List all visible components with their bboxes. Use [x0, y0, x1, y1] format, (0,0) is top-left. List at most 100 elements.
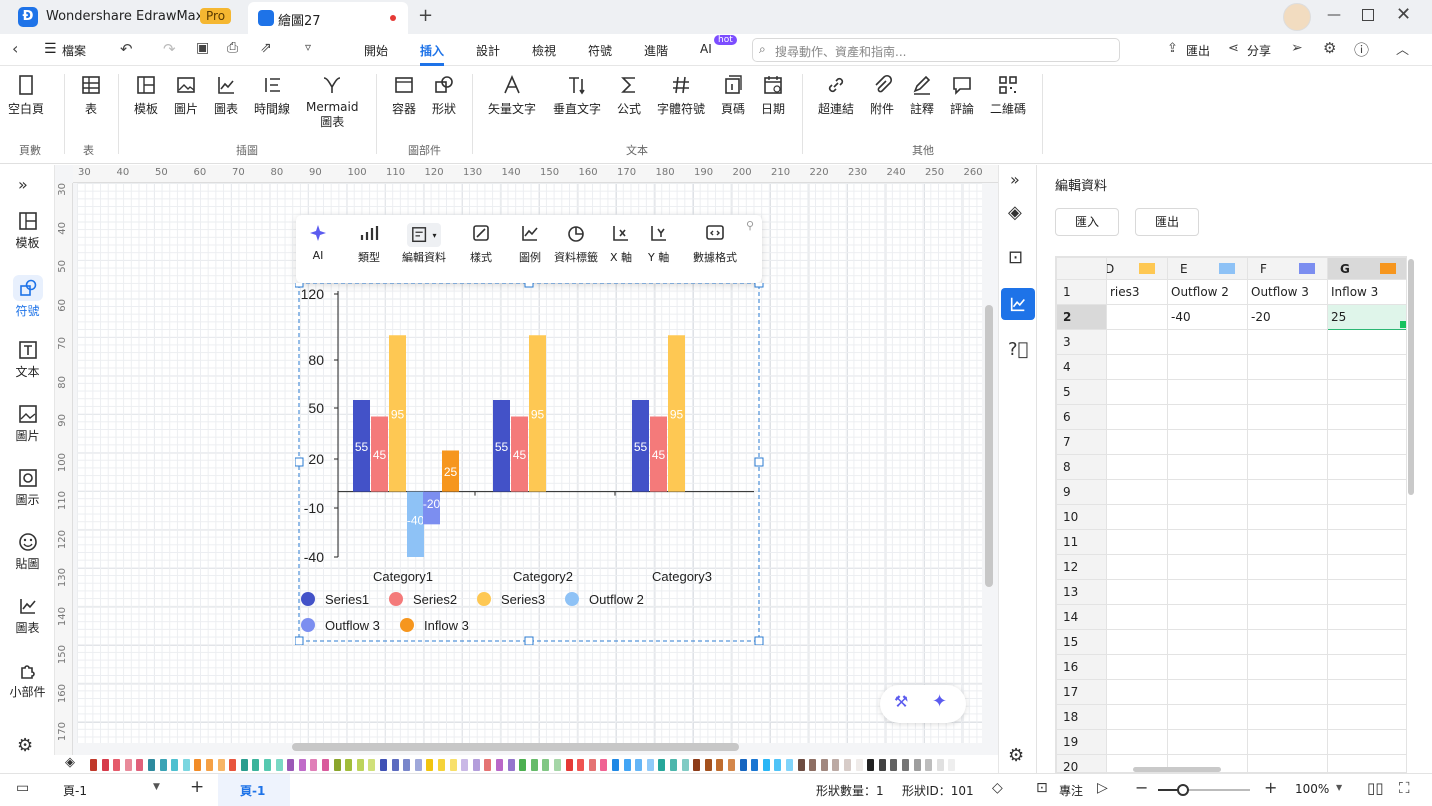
row-header[interactable]: 10: [1056, 504, 1107, 530]
color-swatch[interactable]: [333, 759, 341, 771]
close-icon[interactable]: ✕: [1396, 4, 1411, 25]
color-swatch[interactable]: [820, 759, 828, 771]
ribbon-template[interactable]: 模板: [134, 74, 158, 117]
row-header[interactable]: 4: [1056, 354, 1107, 380]
color-swatch[interactable]: [252, 759, 260, 771]
table-cell[interactable]: [1167, 454, 1248, 480]
ribbon-font-symbol[interactable]: 字體符號: [657, 74, 705, 117]
color-swatch[interactable]: [739, 759, 747, 771]
color-swatch[interactable]: [878, 759, 886, 771]
table-cell[interactable]: [1167, 329, 1248, 355]
color-swatch[interactable]: [438, 759, 445, 771]
table-cell[interactable]: [1106, 654, 1168, 680]
table-cell[interactable]: [1167, 604, 1248, 630]
hamburger-icon[interactable]: ☰: [44, 41, 57, 57]
series-color-swatch[interactable]: [1219, 263, 1235, 274]
row-header[interactable]: 19: [1056, 729, 1107, 755]
import-button[interactable]: 匯入: [1055, 208, 1119, 236]
sidebar-item-chart[interactable]: 圖表: [0, 596, 55, 636]
table-cell[interactable]: ries3: [1106, 279, 1168, 305]
zoom-dropdown-icon[interactable]: ▼: [1336, 783, 1342, 792]
toolbar-x-axis[interactable]: X 軸: [610, 223, 632, 265]
table-cell[interactable]: [1247, 704, 1328, 730]
ribbon-comment[interactable]: 評論: [950, 74, 974, 117]
maximize-icon[interactable]: [1362, 9, 1374, 21]
color-swatch[interactable]: [507, 759, 515, 771]
export-data-button[interactable]: 匯出: [1135, 208, 1199, 236]
table-cell[interactable]: [1106, 629, 1168, 655]
toolbar-y-axis[interactable]: Y 軸: [648, 223, 669, 265]
settings-icon[interactable]: ⚙: [1323, 39, 1336, 57]
table-cell[interactable]: [1327, 404, 1406, 430]
table-cell[interactable]: [1106, 604, 1168, 630]
color-swatch[interactable]: [762, 759, 770, 771]
row-header[interactable]: 12: [1056, 554, 1107, 580]
color-swatch[interactable]: [275, 759, 283, 771]
table-cell[interactable]: [1167, 479, 1248, 505]
table-cell[interactable]: [1106, 479, 1168, 505]
export-share-icon[interactable]: ⇗: [260, 40, 272, 56]
color-swatch[interactable]: [913, 759, 921, 771]
table-cell[interactable]: [1247, 579, 1328, 605]
color-swatch[interactable]: [403, 759, 411, 771]
canvas-area[interactable]: 30 40 50 60 70 80 90 100 110 120 130 140 150 160 170 18…: [55, 165, 998, 755]
table-cell[interactable]: [1247, 754, 1328, 772]
color-swatch[interactable]: [890, 759, 898, 771]
horizontal-scrollbar[interactable]: [292, 743, 739, 751]
color-swatch[interactable]: [623, 759, 631, 771]
table-cell[interactable]: [1327, 704, 1406, 730]
ribbon-attachment[interactable]: 附件: [870, 74, 894, 117]
color-swatch[interactable]: [414, 759, 422, 771]
table-cell[interactable]: [1106, 354, 1168, 380]
color-swatch[interactable]: [542, 759, 550, 771]
color-swatch[interactable]: [217, 759, 225, 771]
color-swatch[interactable]: [310, 759, 318, 771]
search-placeholder[interactable]: 搜尋動作、資產和指南...: [775, 43, 906, 60]
color-swatch[interactable]: [391, 759, 399, 771]
table-cell[interactable]: [1247, 679, 1328, 705]
table-cell[interactable]: [1247, 729, 1328, 755]
color-swatch[interactable]: [484, 759, 492, 771]
color-swatch[interactable]: [844, 759, 851, 771]
table-cell[interactable]: [1247, 554, 1328, 580]
color-swatch[interactable]: [426, 759, 434, 771]
ribbon-qrcode[interactable]: 二維碼: [990, 74, 1026, 117]
more-dropdown-icon[interactable]: ▿: [305, 40, 311, 54]
tab-insert[interactable]: 插入: [420, 42, 444, 59]
toolbar-edit-data[interactable]: ▾ 編輯資料: [402, 223, 446, 265]
table-cell[interactable]: [1106, 304, 1168, 330]
toolbar-type[interactable]: 類型: [358, 223, 380, 265]
table-cell[interactable]: -20: [1247, 304, 1328, 330]
zoom-slider[interactable]: [1158, 784, 1250, 796]
color-swatch[interactable]: [797, 759, 805, 771]
table-cell[interactable]: [1106, 429, 1168, 455]
new-tab-plus-icon[interactable]: +: [418, 5, 433, 26]
ai-sparkle-icon[interactable]: ✦: [932, 691, 947, 712]
sidebar-item-symbol[interactable]: 符號: [0, 275, 55, 319]
toolbar-data-label[interactable]: 資料標籤: [554, 223, 598, 265]
ribbon-container[interactable]: 容器: [392, 74, 416, 117]
color-swatch[interactable]: [519, 759, 527, 771]
table-cell[interactable]: [1106, 454, 1168, 480]
row-header[interactable]: 13: [1056, 579, 1107, 605]
table-cell[interactable]: [1106, 704, 1168, 730]
row-header[interactable]: 14: [1056, 604, 1107, 630]
row-header[interactable]: 6: [1056, 404, 1107, 430]
row-header[interactable]: 3: [1056, 329, 1107, 355]
color-swatch[interactable]: [600, 759, 608, 771]
send-icon[interactable]: ➢: [1291, 40, 1303, 56]
color-swatch[interactable]: [159, 759, 167, 771]
save-icon[interactable]: ▣: [196, 40, 209, 56]
ribbon-vector-text[interactable]: 矢量文字: [488, 74, 536, 117]
table-cell[interactable]: [1167, 704, 1248, 730]
table-cell[interactable]: [1247, 479, 1328, 505]
table-cell[interactable]: [1327, 454, 1406, 480]
table-cell[interactable]: [1167, 679, 1248, 705]
table-cell[interactable]: 25: [1327, 304, 1406, 330]
table-cell[interactable]: [1327, 629, 1406, 655]
color-swatch[interactable]: [612, 759, 619, 771]
zoom-in-icon[interactable]: +: [1264, 778, 1277, 797]
table-cell[interactable]: [1327, 654, 1406, 680]
focus-button[interactable]: 專注: [1059, 782, 1083, 799]
table-cell[interactable]: [1167, 379, 1248, 405]
